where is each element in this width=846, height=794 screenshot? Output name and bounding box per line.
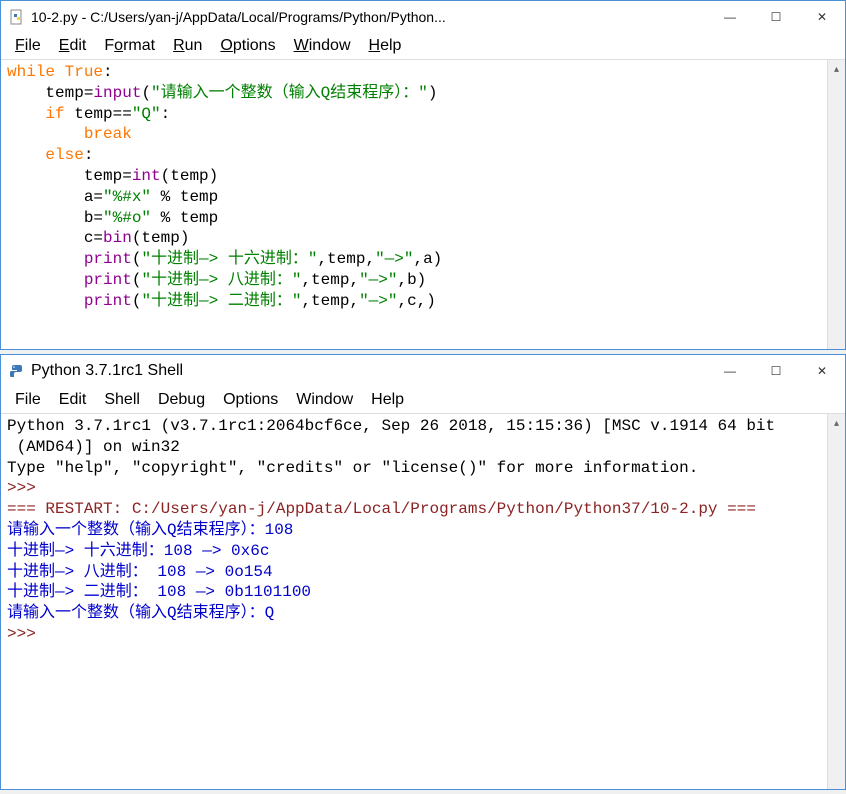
code-text: ,temp, — [317, 250, 375, 268]
menu-help[interactable]: Help — [361, 35, 410, 57]
code-text: temp== — [65, 105, 132, 123]
shell-output[interactable]: Python 3.7.1rc1 (v3.7.1rc1:2064bcf6ce, S… — [1, 414, 827, 789]
menu-window[interactable]: Window — [286, 35, 359, 57]
string: "—>" — [359, 271, 397, 289]
kw-if: if — [7, 105, 65, 123]
paren: ) — [428, 84, 438, 102]
shell-header: Python 3.7.1rc1 (v3.7.1rc1:2064bcf6ce, S… — [7, 417, 775, 435]
code-text: b= — [7, 209, 103, 227]
shell-header: Type "help", "copyright", "credits" or "… — [7, 459, 698, 477]
shell-output-line: 请输入一个整数（输入Q结束程序）：Q — [7, 604, 274, 622]
code-text: ,b) — [397, 271, 426, 289]
string: "十进制—> 二进制：" — [141, 292, 301, 310]
string: "十进制—> 八进制：" — [141, 271, 301, 289]
editor-title: 10-2.py - C:/Users/yan-j/AppData/Local/P… — [31, 9, 707, 25]
code-text: temp= — [7, 84, 93, 102]
shell-content: Python 3.7.1rc1 (v3.7.1rc1:2064bcf6ce, S… — [1, 414, 845, 789]
menu-file[interactable]: File — [7, 35, 49, 57]
scroll-up-icon[interactable]: ▴ — [828, 60, 845, 78]
shell-prompt: >>> — [7, 625, 36, 643]
shell-window: Python 3.7.1rc1 Shell — ☐ ✕ File Edit Sh… — [0, 354, 846, 790]
shell-header: (AMD64)] on win32 — [7, 438, 180, 456]
code-text: ,temp, — [301, 271, 359, 289]
python-file-icon — [9, 9, 25, 25]
python-icon — [9, 363, 25, 379]
menu-options[interactable]: Options — [212, 35, 283, 57]
close-button[interactable]: ✕ — [799, 1, 845, 33]
menu-format[interactable]: Format — [96, 35, 163, 57]
shell-output-line: 请输入一个整数（输入Q结束程序）：108 — [7, 521, 293, 539]
kw-print: print — [7, 271, 132, 289]
shell-titlebar[interactable]: Python 3.7.1rc1 Shell — ☐ ✕ — [1, 355, 845, 387]
string: "请输入一个整数（输入Q结束程序）：" — [151, 84, 428, 102]
editor-window: 10-2.py - C:/Users/yan-j/AppData/Local/P… — [0, 0, 846, 350]
code-text: temp= — [7, 167, 132, 185]
code-text: ,temp, — [301, 292, 359, 310]
kw-input: input — [93, 84, 141, 102]
kw-break: break — [7, 125, 132, 143]
kw-true: True — [55, 63, 103, 81]
code-text: a= — [7, 188, 103, 206]
editor-menubar: File Edit Format Run Options Window Help — [1, 33, 845, 60]
colon: : — [161, 105, 171, 123]
editor-content: while True: temp=input("请输入一个整数（输入Q结束程序）… — [1, 60, 845, 349]
code-text: (temp) — [132, 229, 190, 247]
string: "十进制—> 十六进制：" — [141, 250, 317, 268]
paren: ( — [132, 271, 142, 289]
code-editor[interactable]: while True: temp=input("请输入一个整数（输入Q结束程序）… — [1, 60, 827, 349]
colon: : — [84, 146, 94, 164]
code-text: c= — [7, 229, 103, 247]
maximize-button[interactable]: ☐ — [753, 355, 799, 387]
kw-while: while — [7, 63, 55, 81]
code-text: ,c,) — [397, 292, 435, 310]
shell-prompt: >>> — [7, 479, 36, 497]
scroll-up-icon[interactable]: ▴ — [828, 414, 845, 432]
shell-restart: === RESTART: C:/Users/yan-j/AppData/Loca… — [7, 500, 756, 518]
window-controls: — ☐ ✕ — [707, 1, 845, 33]
kw-int: int — [132, 167, 161, 185]
shell-menubar: File Edit Shell Debug Options Window Hel… — [1, 387, 845, 414]
minimize-button[interactable]: — — [707, 355, 753, 387]
menu-options[interactable]: Options — [215, 389, 286, 411]
menu-window[interactable]: Window — [288, 389, 361, 411]
string: "—>" — [375, 250, 413, 268]
editor-titlebar[interactable]: 10-2.py - C:/Users/yan-j/AppData/Local/P… — [1, 1, 845, 33]
paren: ( — [132, 292, 142, 310]
string: "%#x" — [103, 188, 151, 206]
menu-shell[interactable]: Shell — [96, 389, 148, 411]
menu-run[interactable]: Run — [165, 35, 210, 57]
window-controls: — ☐ ✕ — [707, 355, 845, 387]
kw-bin: bin — [103, 229, 132, 247]
string: "%#o" — [103, 209, 151, 227]
paren: ( — [141, 84, 151, 102]
kw-else: else — [7, 146, 84, 164]
code-text: % temp — [151, 209, 218, 227]
shell-scrollbar[interactable]: ▴ — [827, 414, 845, 789]
string: "Q" — [132, 105, 161, 123]
code-text: (temp) — [161, 167, 219, 185]
kw-print: print — [7, 250, 132, 268]
paren: ( — [132, 250, 142, 268]
code-text: ,a) — [413, 250, 442, 268]
shell-output-line: 十进制—> 二进制： 108 —> 0b1101100 — [7, 583, 311, 601]
menu-debug[interactable]: Debug — [150, 389, 213, 411]
maximize-button[interactable]: ☐ — [753, 1, 799, 33]
colon: : — [103, 63, 113, 81]
menu-help[interactable]: Help — [363, 389, 412, 411]
shell-output-line: 十进制—> 八进制： 108 —> 0o154 — [7, 563, 273, 581]
menu-edit[interactable]: Edit — [51, 389, 95, 411]
editor-scrollbar[interactable]: ▴ — [827, 60, 845, 349]
code-text: % temp — [151, 188, 218, 206]
kw-print: print — [7, 292, 132, 310]
menu-file[interactable]: File — [7, 389, 49, 411]
shell-title: Python 3.7.1rc1 Shell — [31, 362, 707, 380]
string: "—>" — [359, 292, 397, 310]
menu-edit[interactable]: Edit — [51, 35, 95, 57]
close-button[interactable]: ✕ — [799, 355, 845, 387]
shell-output-line: 十进制—> 十六进制：108 —> 0x6c — [7, 542, 269, 560]
minimize-button[interactable]: — — [707, 1, 753, 33]
